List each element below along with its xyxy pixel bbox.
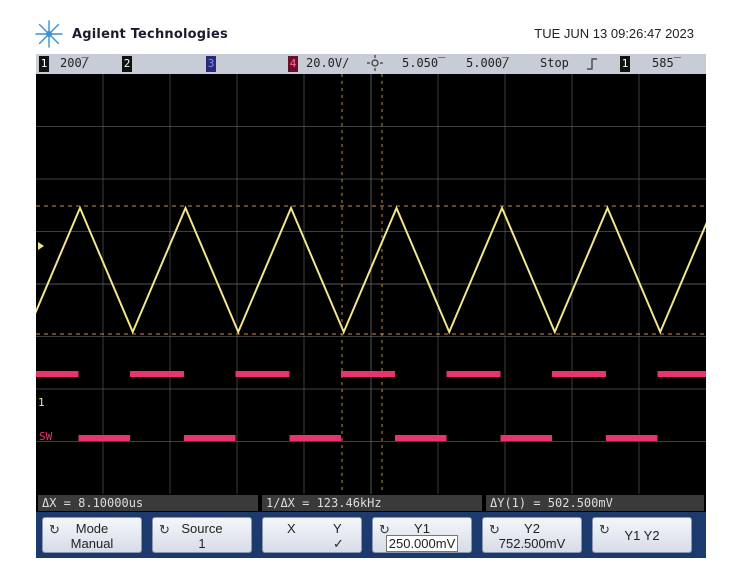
channel-4-pulse-high bbox=[50, 371, 78, 377]
delta-y-readout: ΔY(1) = 502.500mV bbox=[486, 495, 704, 511]
source-value: 1 bbox=[198, 536, 206, 551]
y-label: Y bbox=[333, 521, 342, 536]
mode-value: Manual bbox=[70, 536, 114, 551]
y1-label: Y1 bbox=[414, 521, 430, 536]
x-label: X bbox=[287, 521, 296, 536]
xy-softkey[interactable]: X Y ✓ bbox=[262, 517, 362, 553]
y1-softkey[interactable]: ↻ Y1 250.000mV bbox=[372, 517, 472, 553]
channel-4-pulse-high bbox=[657, 371, 706, 377]
softkey-bar: ↻ Mode Manual ↻ Source 1 X Y ✓ ↻ Y1 250.… bbox=[36, 512, 706, 558]
channel-4-badge[interactable]: 4 bbox=[288, 56, 298, 72]
source-softkey[interactable]: ↻ Source 1 bbox=[152, 517, 252, 553]
channel-4-pulse-low bbox=[289, 435, 341, 441]
channel-4-pulse-high bbox=[552, 371, 606, 377]
time-position[interactable]: 5.050̅ bbox=[402, 56, 438, 70]
waveform-canvas[interactable]: 1 SW bbox=[36, 74, 706, 494]
trigger-level[interactable]: 585̅ bbox=[652, 56, 674, 70]
trigger-source-badge[interactable]: 1 bbox=[620, 56, 630, 72]
inverse-delta-x-readout: 1/ΔX = 123.46kHz bbox=[262, 495, 482, 511]
channel-4-scale[interactable]: 20.0V/ bbox=[306, 56, 349, 70]
channel-4-pulse-low bbox=[78, 435, 130, 441]
brand-name: Agilent Technologies bbox=[72, 26, 228, 42]
channel-1-ground-label: 1 bbox=[38, 396, 45, 409]
y-selected-check: ✓ bbox=[333, 536, 344, 551]
trigger-edge-icon bbox=[586, 56, 598, 75]
mode-softkey[interactable]: ↻ Mode Manual bbox=[42, 517, 142, 553]
graticule bbox=[36, 74, 706, 494]
channel-4-pulse-high bbox=[341, 371, 395, 377]
mode-label: Mode bbox=[75, 521, 109, 536]
delta-x-readout: ΔX = 8.10000us bbox=[38, 495, 258, 511]
channel-2-badge[interactable]: 2 bbox=[122, 56, 132, 72]
channel-4-pulse-low bbox=[184, 435, 236, 441]
channel-4-pulse-low bbox=[395, 435, 447, 441]
run-state[interactable]: Stop bbox=[540, 56, 569, 70]
y2-softkey[interactable]: ↻ Y2 752.500mV bbox=[482, 517, 582, 553]
channel-1-badge[interactable]: 1 bbox=[39, 56, 49, 72]
channel-4-pulse-high bbox=[446, 371, 501, 377]
time-scale[interactable]: 5.000̅/ bbox=[466, 56, 509, 70]
channel-4-ground-label: SW bbox=[39, 430, 53, 443]
agilent-spark-logo bbox=[35, 20, 63, 48]
waveform-display[interactable]: 1 SW bbox=[36, 74, 706, 494]
channel-3-badge[interactable]: 3 bbox=[206, 56, 216, 72]
brand-header: Agilent Technologies bbox=[34, 18, 228, 50]
datetime: TUE JUN 13 09:26:47 2023 bbox=[534, 26, 694, 41]
source-label: Source bbox=[181, 521, 223, 536]
channel-4-pulse-low bbox=[500, 435, 552, 441]
channel-1-scale[interactable]: 200̅/ bbox=[60, 56, 89, 70]
channel-4-pulse-high bbox=[130, 371, 184, 377]
y2-value: 752.500mV bbox=[498, 536, 566, 551]
channel-4-pulse-low bbox=[606, 435, 658, 441]
y1-value: 250.000mV bbox=[385, 535, 459, 552]
channel-1-offset-marker bbox=[38, 242, 44, 250]
channel-4-pulse-high bbox=[235, 371, 290, 377]
y1-y2-softkey[interactable]: ↻ Y1 Y2 bbox=[592, 517, 692, 553]
y2-label: Y2 bbox=[524, 521, 540, 536]
measurement-bar: ΔX = 8.10000us 1/ΔX = 123.46kHz ΔY(1) = … bbox=[36, 494, 706, 512]
status-bar: 1 200̅/ 2 3 4 20.0V/ 5.050̅ 5.000̅/ Stop… bbox=[36, 54, 706, 74]
time-reference-icon bbox=[366, 54, 384, 75]
y1-y2-label: Y1 Y2 bbox=[624, 528, 660, 543]
ground-markers: 1 SW bbox=[38, 242, 53, 443]
